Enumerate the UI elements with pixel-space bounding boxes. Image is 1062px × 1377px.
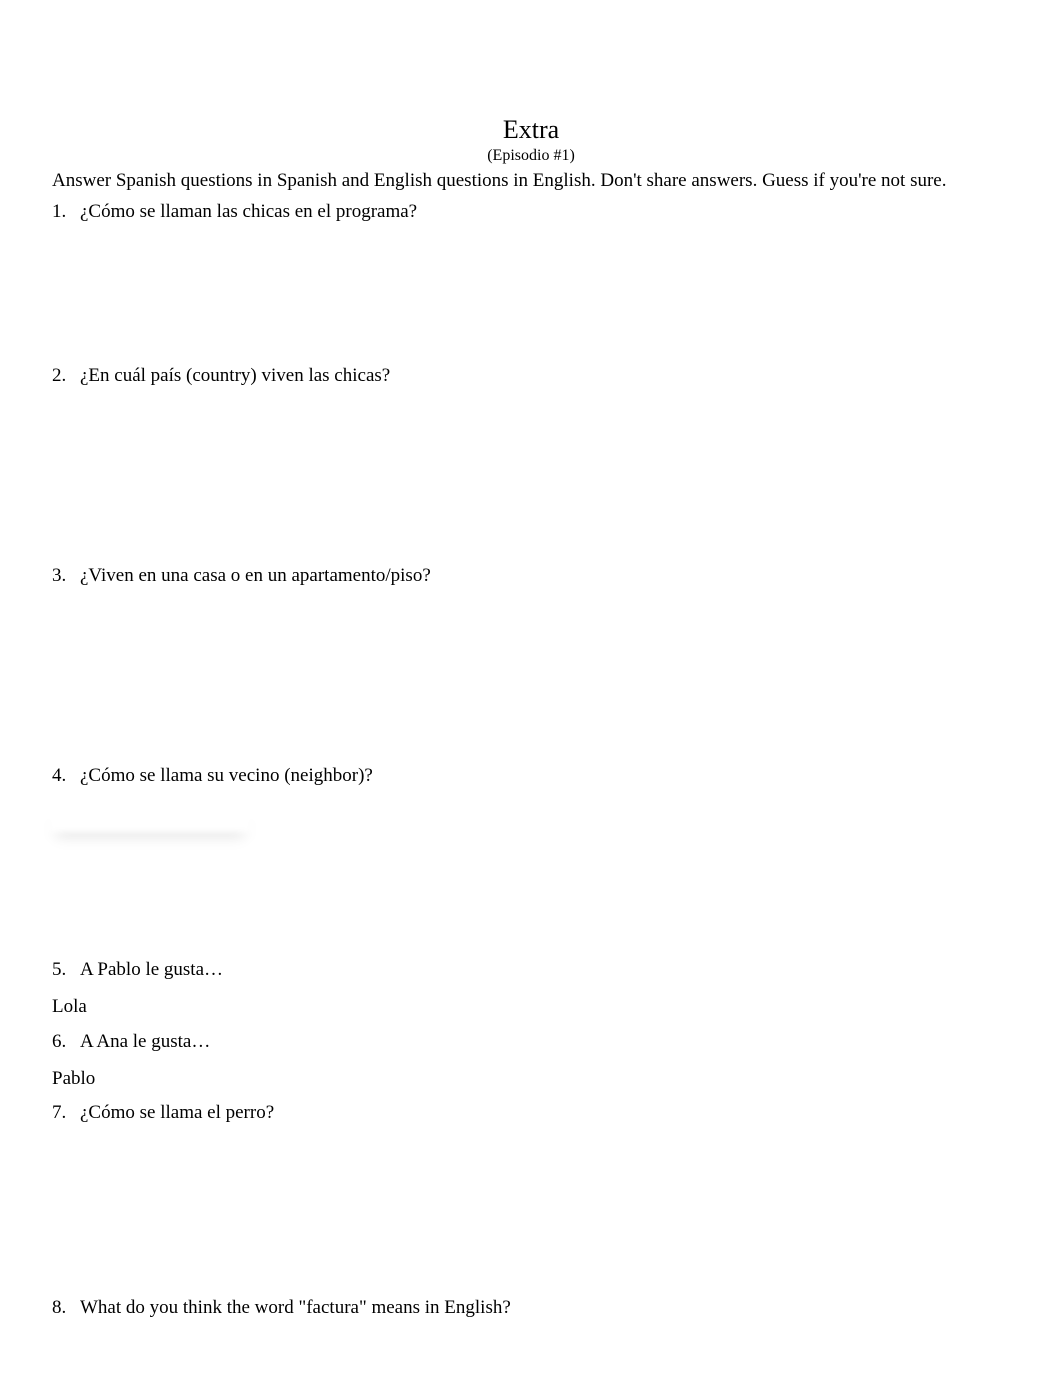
blur-artifact <box>50 806 250 832</box>
question-number: 6. <box>52 1030 80 1055</box>
question-text: What do you think the word "factura" mea… <box>80 1296 1010 1321</box>
question-text: ¿Cómo se llama el perro? <box>80 1101 1010 1126</box>
question-8: 8. What do you think the word "factura" … <box>52 1296 1010 1321</box>
instructions-text: Answer Spanish questions in Spanish and … <box>52 169 1010 194</box>
question-3: 3. ¿Viven en una casa o en un apartament… <box>52 564 1010 589</box>
page-title: Extra <box>52 115 1010 145</box>
question-text: ¿Cómo se llama su vecino (neighbor)? <box>80 764 1010 789</box>
question-number: 3. <box>52 564 80 589</box>
question-4: 4. ¿Cómo se llama su vecino (neighbor)? <box>52 764 1010 789</box>
question-text: A Pablo le gusta… <box>80 958 1010 983</box>
question-1: 1. ¿Cómo se llaman las chicas en el prog… <box>52 200 1010 225</box>
question-number: 4. <box>52 764 80 789</box>
question-text: ¿Cómo se llaman las chicas en el program… <box>80 200 1010 225</box>
question-2: 2. ¿En cuál país (country) viven las chi… <box>52 364 1010 389</box>
subtitle: (Episodio #1) <box>52 147 1010 165</box>
answer-5: Lola <box>52 995 1010 1020</box>
question-text: ¿Viven en una casa o en un apartamento/p… <box>80 564 1010 589</box>
question-number: 7. <box>52 1101 80 1126</box>
question-7: 7. ¿Cómo se llama el perro? <box>52 1101 1010 1126</box>
question-text: A Ana le gusta… <box>80 1030 1010 1055</box>
question-number: 8. <box>52 1296 80 1321</box>
question-number: 5. <box>52 958 80 983</box>
question-6: 6. A Ana le gusta… <box>52 1030 1010 1055</box>
question-number: 1. <box>52 200 80 225</box>
question-text: ¿En cuál país (country) viven las chicas… <box>80 364 1010 389</box>
answer-6: Pablo <box>52 1067 1010 1092</box>
question-number: 2. <box>52 364 80 389</box>
question-5: 5. A Pablo le gusta… <box>52 958 1010 983</box>
